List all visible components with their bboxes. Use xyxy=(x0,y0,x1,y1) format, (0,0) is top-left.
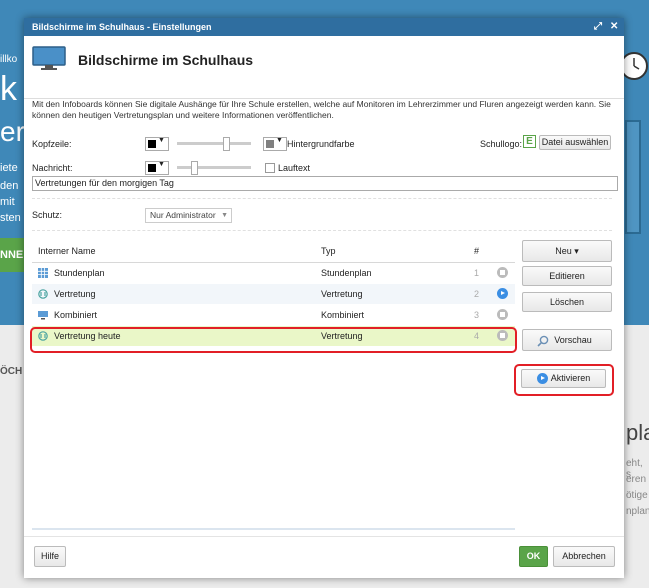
bg-fragment: sten xyxy=(0,212,21,224)
schutz-value: Nur Administrator xyxy=(150,210,216,220)
color-swatch xyxy=(148,140,156,148)
lauftext-checkbox[interactable] xyxy=(265,163,275,173)
loeschen-button[interactable]: Löschen xyxy=(522,292,612,312)
bg-fragment: ÖCH xyxy=(0,366,23,377)
dialog-titlebar[interactable]: Bildschirme im Schulhaus - Einstellungen… xyxy=(24,18,624,36)
row-num: 3 xyxy=(474,310,480,320)
bg-fragment: illko xyxy=(0,54,18,65)
magnifier-icon xyxy=(537,335,549,347)
bg-fragment: den xyxy=(0,180,19,192)
table-row[interactable]: Stundenplan Stundenplan 1 xyxy=(32,263,515,283)
status-active-icon[interactable] xyxy=(497,288,508,299)
aktivieren-label: Aktivieren xyxy=(550,373,591,383)
status-inactive-icon[interactable] xyxy=(497,309,508,320)
monitor-small-icon xyxy=(38,311,48,320)
play-icon xyxy=(537,373,548,384)
slider-handle[interactable] xyxy=(191,161,198,175)
school-logo-icon: E xyxy=(523,135,536,148)
kopfzeile-slider[interactable] xyxy=(177,137,251,151)
column-header-num: # xyxy=(474,246,480,256)
row-typ: Kombiniert xyxy=(321,310,365,320)
bg-decoration xyxy=(625,120,641,234)
abbrechen-button[interactable]: Abbrechen xyxy=(553,546,615,567)
table-header: Interner Name Typ # xyxy=(32,240,515,263)
editieren-button[interactable]: Editieren xyxy=(522,266,612,286)
row-typ: Vertretung xyxy=(321,289,363,299)
row-num: 1 xyxy=(474,268,480,278)
vorschau-label: Vorschau xyxy=(554,335,592,345)
close-icon[interactable]: ✕ xyxy=(610,18,618,36)
nachricht-label: Nachricht: xyxy=(32,163,73,173)
hilfe-button[interactable]: Hilfe xyxy=(34,546,66,567)
status-inactive-icon[interactable] xyxy=(497,267,508,278)
chevron-down-icon: ▼ xyxy=(221,212,228,219)
substitution-icon xyxy=(38,289,48,299)
datei-auswaehlen-button[interactable]: Datei auswählen xyxy=(539,135,611,150)
bg-fragment: k xyxy=(0,70,17,108)
description-text: Mit den Infoboards können Sie digitale A… xyxy=(32,99,611,120)
kopfzeile-color-picker[interactable]: ▼ xyxy=(145,137,169,151)
color-swatch xyxy=(148,164,156,172)
kopfzeile-label: Kopfzeile: xyxy=(32,139,72,149)
dialog-title: Bildschirme im Schulhaus - Einstellungen xyxy=(32,22,212,32)
bg-fragment: nplan xyxy=(626,506,649,517)
highlight-selected-row xyxy=(30,327,517,353)
hintergrund-color-picker[interactable]: ▼ xyxy=(263,137,287,151)
page-title: Bildschirme im Schulhaus xyxy=(78,52,254,68)
neu-button[interactable]: Neu ▾ xyxy=(522,240,612,262)
expand-icon[interactable]: ⤢ xyxy=(594,18,602,36)
grid-icon xyxy=(38,268,48,278)
dialog-footer: Hilfe OK Abbrechen xyxy=(24,536,624,579)
ok-button[interactable]: OK xyxy=(519,546,548,567)
row-name: Vertretung xyxy=(54,289,96,299)
bg-fragment: mit xyxy=(0,196,15,208)
nachricht-color-picker[interactable]: ▼ xyxy=(145,161,169,175)
bg-fragment: iete xyxy=(0,162,18,174)
color-swatch xyxy=(266,140,274,148)
table-row[interactable]: Kombiniert Kombiniert 3 xyxy=(32,305,515,325)
column-header-name: Interner Name xyxy=(38,246,96,256)
row-name: Kombiniert xyxy=(54,310,98,320)
row-num: 2 xyxy=(474,289,480,299)
row-typ: Stundenplan xyxy=(321,268,372,278)
chevron-down-icon: ▼ xyxy=(276,137,283,144)
schutz-label: Schutz: xyxy=(32,210,63,220)
bg-fragment: pla xyxy=(626,420,649,445)
schullogo-label: Schullogo: xyxy=(480,139,523,149)
infoboard-table: Interner Name Typ # Stundenplan Stundenp… xyxy=(32,240,515,530)
bg-fragment: eren xyxy=(626,474,647,485)
slider-handle[interactable] xyxy=(223,137,230,151)
vorschau-button[interactable]: Vorschau xyxy=(522,329,612,351)
lauftext-label: Lauftext xyxy=(278,163,311,173)
aktivieren-button[interactable]: Aktivieren xyxy=(521,369,606,388)
divider xyxy=(32,198,612,199)
nachricht-slider[interactable] xyxy=(177,161,251,175)
table-row[interactable]: Vertretung Vertretung 2 xyxy=(32,284,515,304)
hintergrundfarbe-label: Hintergrundfarbe xyxy=(287,139,355,149)
chevron-down-icon: ▼ xyxy=(158,137,165,144)
settings-dialog: Bildschirme im Schulhaus - Einstellungen… xyxy=(24,18,624,578)
monitor-icon xyxy=(32,46,66,70)
chevron-down-icon: ▼ xyxy=(158,161,165,168)
bg-fragment: ötige xyxy=(626,490,648,501)
dialog-header: Bildschirme im Schulhaus xyxy=(24,36,624,99)
divider xyxy=(32,230,612,231)
column-header-typ: Typ xyxy=(321,246,336,256)
nachricht-input[interactable]: Vertretungen für den morgigen Tag xyxy=(32,176,618,191)
row-name: Stundenplan xyxy=(54,268,105,278)
schutz-select[interactable]: Nur Administrator ▼ xyxy=(145,208,232,223)
